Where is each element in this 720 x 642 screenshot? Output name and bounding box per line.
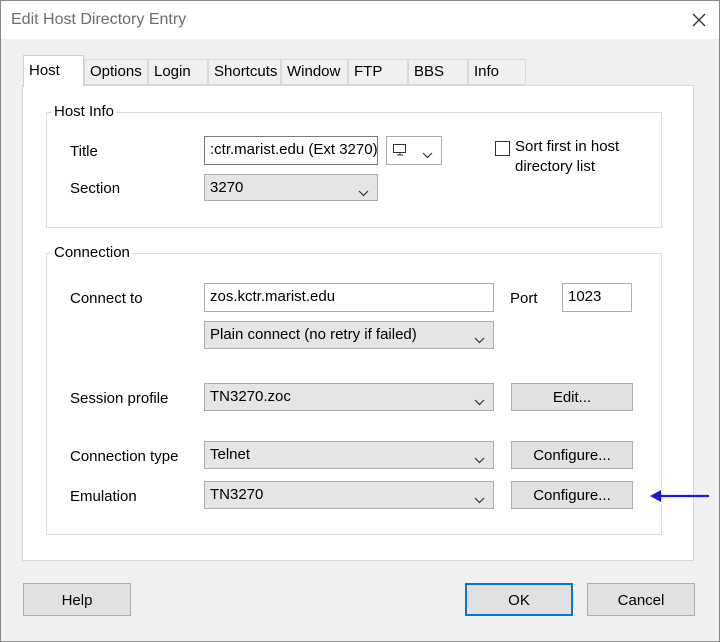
connection-type-value: Telnet: [210, 446, 251, 463]
host-info-group-label: Host Info: [52, 103, 117, 120]
emulation-label: Emulation: [70, 488, 137, 505]
connection-type-label: Connection type: [70, 448, 179, 465]
chevron-down-icon: [358, 184, 369, 201]
title-label: Title: [70, 143, 98, 160]
tab-window[interactable]: Window: [281, 59, 348, 85]
sort-first-label-line2: directory list: [515, 158, 596, 175]
title-icon-dropdown[interactable]: [386, 136, 442, 165]
ok-button-label: OK: [508, 592, 530, 609]
tab-shortcuts-label: Shortcuts: [214, 63, 278, 80]
window-title: Edit Host Directory Entry: [11, 11, 187, 28]
tab-info-label: Info: [474, 63, 500, 80]
configure-connection-button[interactable]: Configure...: [511, 441, 633, 469]
tab-login[interactable]: Login: [148, 59, 208, 85]
section-select[interactable]: 3270: [204, 174, 378, 201]
configure-button-label: Configure...: [533, 447, 611, 464]
tab-window-label: Window: [287, 63, 341, 80]
session-profile-label: Session profile: [70, 390, 169, 407]
edit-host-dialog: Edit Host Directory Entry Host Options L…: [0, 0, 720, 642]
port-input[interactable]: 1023: [562, 283, 632, 312]
session-profile-value: TN3270.zoc: [210, 388, 291, 405]
title-input-value: :ctr.marist.edu (Ext 3270): [210, 141, 378, 158]
connection-type-select[interactable]: Telnet: [204, 441, 494, 469]
host-tab-panel: Host Info Title :ctr.marist.edu (Ext 327…: [22, 85, 694, 561]
section-value: 3270: [210, 179, 244, 196]
connect-to-value: zos.kctr.marist.edu: [210, 288, 336, 305]
connect-to-label: Connect to: [70, 290, 143, 307]
chevron-down-icon: [474, 393, 485, 410]
title-input[interactable]: :ctr.marist.edu (Ext 3270): [204, 136, 378, 165]
edit-session-profile-button[interactable]: Edit...: [511, 383, 633, 411]
tab-login-label: Login: [154, 63, 191, 80]
tab-options[interactable]: Options: [84, 59, 148, 85]
chevron-down-icon: [474, 331, 485, 348]
emulation-select[interactable]: TN3270: [204, 481, 494, 509]
tab-ftp[interactable]: FTP: [348, 59, 408, 85]
chevron-down-icon: [422, 146, 433, 163]
sort-first-label-line1: Sort first in host: [515, 138, 620, 155]
tab-info[interactable]: Info: [468, 59, 526, 85]
cancel-button-label: Cancel: [617, 592, 665, 609]
tab-options-label: Options: [90, 63, 142, 80]
sort-first-checkbox[interactable]: [495, 141, 510, 156]
retry-mode-select[interactable]: Plain connect (no retry if failed): [204, 321, 494, 349]
connect-to-input[interactable]: zos.kctr.marist.edu: [204, 283, 494, 312]
tab-shortcuts[interactable]: Shortcuts: [208, 59, 281, 85]
connection-group-label: Connection: [52, 244, 132, 261]
tab-host[interactable]: Host: [23, 55, 84, 87]
configure-button-2-label: Configure...: [533, 487, 611, 504]
chevron-down-icon: [474, 491, 485, 508]
port-label: Port: [510, 290, 538, 307]
arrow-left-icon: [649, 487, 711, 509]
emulation-value: TN3270: [210, 486, 264, 503]
tab-host-label: Host: [29, 62, 60, 79]
monitor-icon: [392, 143, 408, 161]
configure-emulation-button[interactable]: Configure...: [511, 481, 633, 509]
title-bar: Edit Host Directory Entry: [1, 1, 719, 39]
close-icon[interactable]: [685, 7, 713, 33]
port-value: 1023: [568, 288, 602, 305]
help-button-label: Help: [61, 592, 93, 609]
chevron-down-icon: [474, 451, 485, 468]
help-button[interactable]: Help: [23, 583, 131, 616]
cancel-button[interactable]: Cancel: [587, 583, 695, 616]
session-profile-select[interactable]: TN3270.zoc: [204, 383, 494, 411]
edit-button-label: Edit...: [552, 389, 592, 406]
tab-bbs-label: BBS: [414, 63, 445, 80]
ok-button[interactable]: OK: [465, 583, 573, 616]
tab-ftp-label: FTP: [354, 63, 383, 80]
tab-bbs[interactable]: BBS: [408, 59, 468, 85]
retry-mode-value: Plain connect (no retry if failed): [210, 326, 417, 343]
section-label: Section: [70, 180, 121, 197]
